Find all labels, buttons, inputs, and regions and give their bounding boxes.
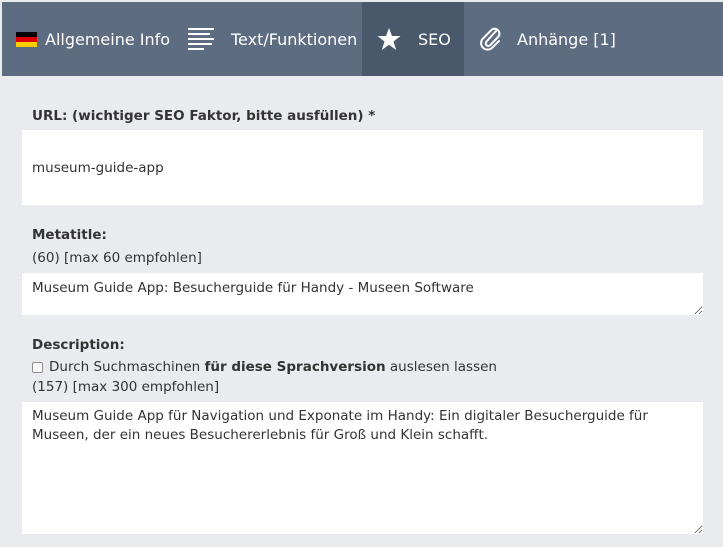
metatitle-label: Metatitle: [32, 227, 107, 243]
url-input[interactable]: museum-guide-app [22, 130, 703, 205]
tab-label: Allgemeine Info [45, 29, 171, 49]
tab-text-funktionen[interactable]: Text/Funktionen [188, 2, 357, 76]
crawl-checkbox[interactable] [32, 361, 43, 373]
metatitle-counter: (60) [max 60 empfohlen] [32, 250, 202, 266]
metatitle-input[interactable]: Museum Guide App: Besucherguide für Hand… [22, 273, 703, 315]
text-lines-icon [188, 27, 214, 51]
paperclip-icon [479, 26, 503, 52]
description-input[interactable]: Museum Guide App für Navigation und Expo… [22, 402, 703, 534]
tab-allgemeine-info[interactable]: Allgemeine Info [16, 2, 170, 76]
crawl-text-bold: für diese Sprachversion [204, 359, 386, 375]
tab-seo[interactable]: SEO [362, 2, 464, 76]
star-icon [377, 27, 401, 51]
tab-label: SEO [418, 29, 451, 49]
seo-panel: URL: (wichtiger SEO Faktor, bitte ausfül… [2, 76, 723, 547]
crawl-text-suffix: auslesen lassen [389, 359, 497, 375]
url-value: museum-guide-app [32, 159, 164, 176]
url-label: URL: (wichtiger SEO Faktor, bitte ausfül… [32, 108, 376, 124]
tab-anhaenge[interactable]: Anhänge [1] [479, 2, 616, 76]
germany-flag-icon [16, 31, 37, 47]
tab-bar: Allgemeine Info Text/Funktionen SEO Anhä… [2, 2, 723, 76]
crawl-option[interactable]: Durch Suchmaschinen für diese Sprachvers… [32, 359, 497, 375]
description-counter: (157) [max 300 empfohlen] [32, 379, 220, 395]
tab-label: Anhänge [1] [517, 29, 616, 49]
description-label: Description: [32, 337, 125, 353]
tab-label: Text/Funktionen [231, 29, 358, 49]
crawl-text-prefix: Durch Suchmaschinen [49, 359, 201, 375]
